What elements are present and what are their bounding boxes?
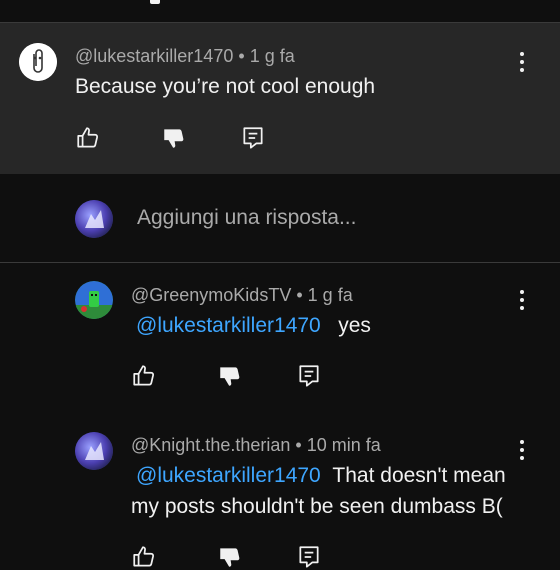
reply-body-line2: my posts shouldn't be seen dumbass B( [131,495,503,518]
comment-time: 1 g fa [249,46,295,66]
reply-author[interactable]: @GreenymoKidsTV [131,285,291,305]
reply-time: 1 g fa [307,285,353,305]
mention-link[interactable]: @lukestarkiller1470 [136,464,321,487]
greeny-avatar-icon [75,281,113,319]
reply-meta: @Knight.the.therian • 10 min fa [131,435,381,456]
like-icon[interactable] [131,363,157,389]
like-icon[interactable] [75,125,101,151]
dislike-icon[interactable] [217,544,243,570]
more-options-icon[interactable] [512,438,532,462]
comment-meta: @lukestarkiller1470 • 1 g fa [75,46,295,67]
paperclip-icon [19,43,57,81]
like-icon[interactable] [131,544,157,570]
reply-icon[interactable] [296,544,322,570]
avatar [75,200,113,238]
reply-icon[interactable] [240,125,266,151]
reply-meta: @GreenymoKidsTV • 1 g fa [131,285,353,306]
dislike-icon[interactable] [161,125,187,151]
knight-avatar-icon [75,432,113,470]
reply-text: @lukestarkiller1470 yes [136,310,371,342]
divider [0,262,560,263]
avatar[interactable] [19,43,57,81]
meta-separator: • [238,46,245,66]
more-options-icon[interactable] [512,288,532,312]
comment-author[interactable]: @lukestarkiller1470 [75,46,233,66]
top-strip [0,0,560,22]
dislike-icon[interactable] [217,363,243,389]
comment-text: Because you’re not cool enough [75,75,376,98]
reply-author[interactable]: @Knight.the.therian [131,435,290,455]
avatar[interactable] [75,432,113,470]
reply-time: 10 min fa [306,435,381,455]
meta-separator: • [295,435,302,455]
reply-text: @lukestarkiller1470 That doesn't mean [136,460,506,492]
user-avatar-icon [75,200,113,238]
more-options-icon[interactable] [512,50,532,74]
meta-separator: • [296,285,303,305]
mention-link[interactable]: @lukestarkiller1470 [136,314,321,337]
reply-body: yes [338,314,371,337]
reply-input[interactable]: Aggiungi una risposta... [137,206,356,230]
avatar[interactable] [75,281,113,319]
reply-body-line1: That doesn't mean [332,464,506,487]
reply-icon[interactable] [296,363,322,389]
